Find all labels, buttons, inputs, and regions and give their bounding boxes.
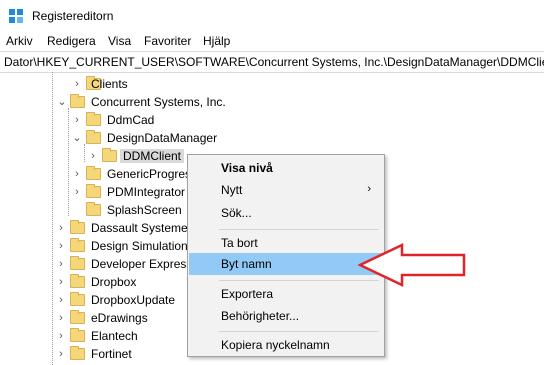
- chevron-right-icon[interactable]: ›: [72, 187, 82, 198]
- folder-icon: [70, 238, 85, 252]
- folder-icon: [70, 256, 85, 270]
- menu-item-permissions[interactable]: Behörigheter...: [189, 305, 383, 327]
- tree-item-concurrent-systems[interactable]: ⌄ Concurrent Systems, Inc.: [0, 93, 544, 111]
- menu-item-label: Exportera: [221, 287, 274, 301]
- tree-item-label: GenericProgres: [107, 167, 192, 181]
- menu-item-export[interactable]: Exportera: [189, 283, 383, 305]
- menu-item-delete[interactable]: Ta bort: [189, 232, 383, 254]
- tree-item-label: SplashScreen: [107, 203, 182, 217]
- chevron-right-icon[interactable]: ›: [72, 169, 82, 180]
- window-title: Registereditorn: [32, 9, 114, 23]
- chevron-right-icon[interactable]: ›: [56, 259, 66, 270]
- chevron-right-icon[interactable]: ›: [72, 115, 82, 126]
- tree-item-label: Design Simulation: [91, 239, 188, 253]
- menu-item-find[interactable]: Sök...: [189, 202, 383, 224]
- tree-item-label: PDMIntegrator: [107, 185, 186, 199]
- folder-icon: [70, 94, 85, 108]
- tree-item-label-selected: DDMClient: [120, 149, 185, 163]
- chevron-down-icon[interactable]: ⌄: [57, 97, 67, 108]
- menu-item-label: Visa nivå: [221, 161, 273, 175]
- chevron-right-icon[interactable]: ›: [56, 331, 66, 342]
- tree-item-label: DdmCad: [107, 113, 155, 127]
- menu-item-copy-key-name[interactable]: Kopiera nyckelnamn: [189, 334, 383, 356]
- folder-icon: [86, 112, 101, 126]
- menu-item-rename[interactable]: Byt namn: [189, 253, 383, 275]
- folder-icon: [70, 292, 85, 306]
- chevron-right-icon[interactable]: ›: [56, 277, 66, 288]
- folder-icon: [70, 328, 85, 342]
- chevron-right-icon[interactable]: ›: [56, 295, 66, 306]
- tree-item-label: DesignDataManager: [107, 131, 218, 145]
- chevron-right-icon[interactable]: ›: [56, 313, 66, 324]
- tree-item-designdatamanager[interactable]: ⌄ DesignDataManager: [0, 129, 544, 147]
- callout-arrow-icon: [358, 243, 466, 287]
- folder-icon: [86, 184, 101, 198]
- tree-item-label: Clients: [91, 77, 128, 91]
- menu-item-label: Ta bort: [221, 236, 258, 250]
- menu-favoriter[interactable]: Favoriter: [144, 34, 191, 48]
- tree-item-label: Dassault Systemes: [91, 221, 194, 235]
- address-bar[interactable]: Dator\HKEY_CURRENT_USER\SOFTWARE\Concurr…: [0, 51, 544, 73]
- folder-icon: [70, 310, 85, 324]
- menu-item-label: Kopiera nyckelnamn: [221, 338, 330, 352]
- menu-separator: [219, 280, 379, 281]
- tree-item-label: Elantech: [91, 329, 138, 343]
- chevron-right-icon[interactable]: ›: [56, 241, 66, 252]
- menu-item-label: Nytt: [221, 183, 243, 197]
- menu-separator: [219, 331, 379, 332]
- tree-item-label: eDrawings: [91, 311, 148, 325]
- folder-icon: [86, 166, 101, 180]
- chevron-down-icon[interactable]: ⌄: [72, 133, 82, 144]
- menu-item-label: Behörigheter...: [221, 309, 300, 323]
- folder-icon: [86, 202, 101, 216]
- folder-icon: [86, 130, 101, 144]
- tree-item-ddmcad[interactable]: › DdmCad: [0, 111, 544, 129]
- context-menu: Visa nivå Nytt › Sök... Ta bort Byt namn…: [187, 154, 385, 357]
- menu-item-label: Sök...: [221, 206, 252, 220]
- menu-separator: [219, 229, 379, 230]
- menu-visa[interactable]: Visa: [108, 34, 131, 48]
- folder-icon: [70, 274, 85, 288]
- menu-item-label: Byt namn: [221, 257, 272, 271]
- tree-item-label: Concurrent Systems, Inc.: [91, 95, 226, 109]
- folder-icon: [102, 148, 117, 162]
- menu-arkiv[interactable]: Arkiv: [6, 34, 33, 48]
- menu-bar: Arkiv Redigera Visa Favoriter Hjälp: [0, 32, 544, 51]
- tree-item-label: Fortinet: [91, 347, 132, 361]
- tree-item-label: Dropbox: [91, 275, 137, 289]
- menu-item-expand[interactable]: Visa nivå: [189, 157, 383, 179]
- chevron-right-icon[interactable]: ›: [88, 151, 98, 162]
- tree-item-label: DropboxUpdate: [91, 293, 176, 307]
- menu-hjalp[interactable]: Hjälp: [203, 34, 230, 48]
- registry-editor-icon: [9, 9, 23, 23]
- tree-item-clients[interactable]: › Clients: [0, 75, 544, 93]
- menu-item-new[interactable]: Nytt ›: [189, 179, 383, 201]
- folder-icon: [70, 220, 85, 234]
- folder-icon: [70, 346, 85, 360]
- title-bar: Registereditorn: [0, 0, 544, 32]
- menu-redigera[interactable]: Redigera: [47, 34, 96, 48]
- chevron-right-icon[interactable]: ›: [72, 79, 82, 90]
- tree-item-label: Developer Express: [91, 257, 193, 271]
- chevron-right-icon[interactable]: ›: [56, 223, 66, 234]
- address-path[interactable]: Dator\HKEY_CURRENT_USER\SOFTWARE\Concurr…: [4, 55, 544, 69]
- chevron-right-icon[interactable]: ›: [56, 349, 66, 360]
- chevron-right-icon: ›: [367, 183, 371, 195]
